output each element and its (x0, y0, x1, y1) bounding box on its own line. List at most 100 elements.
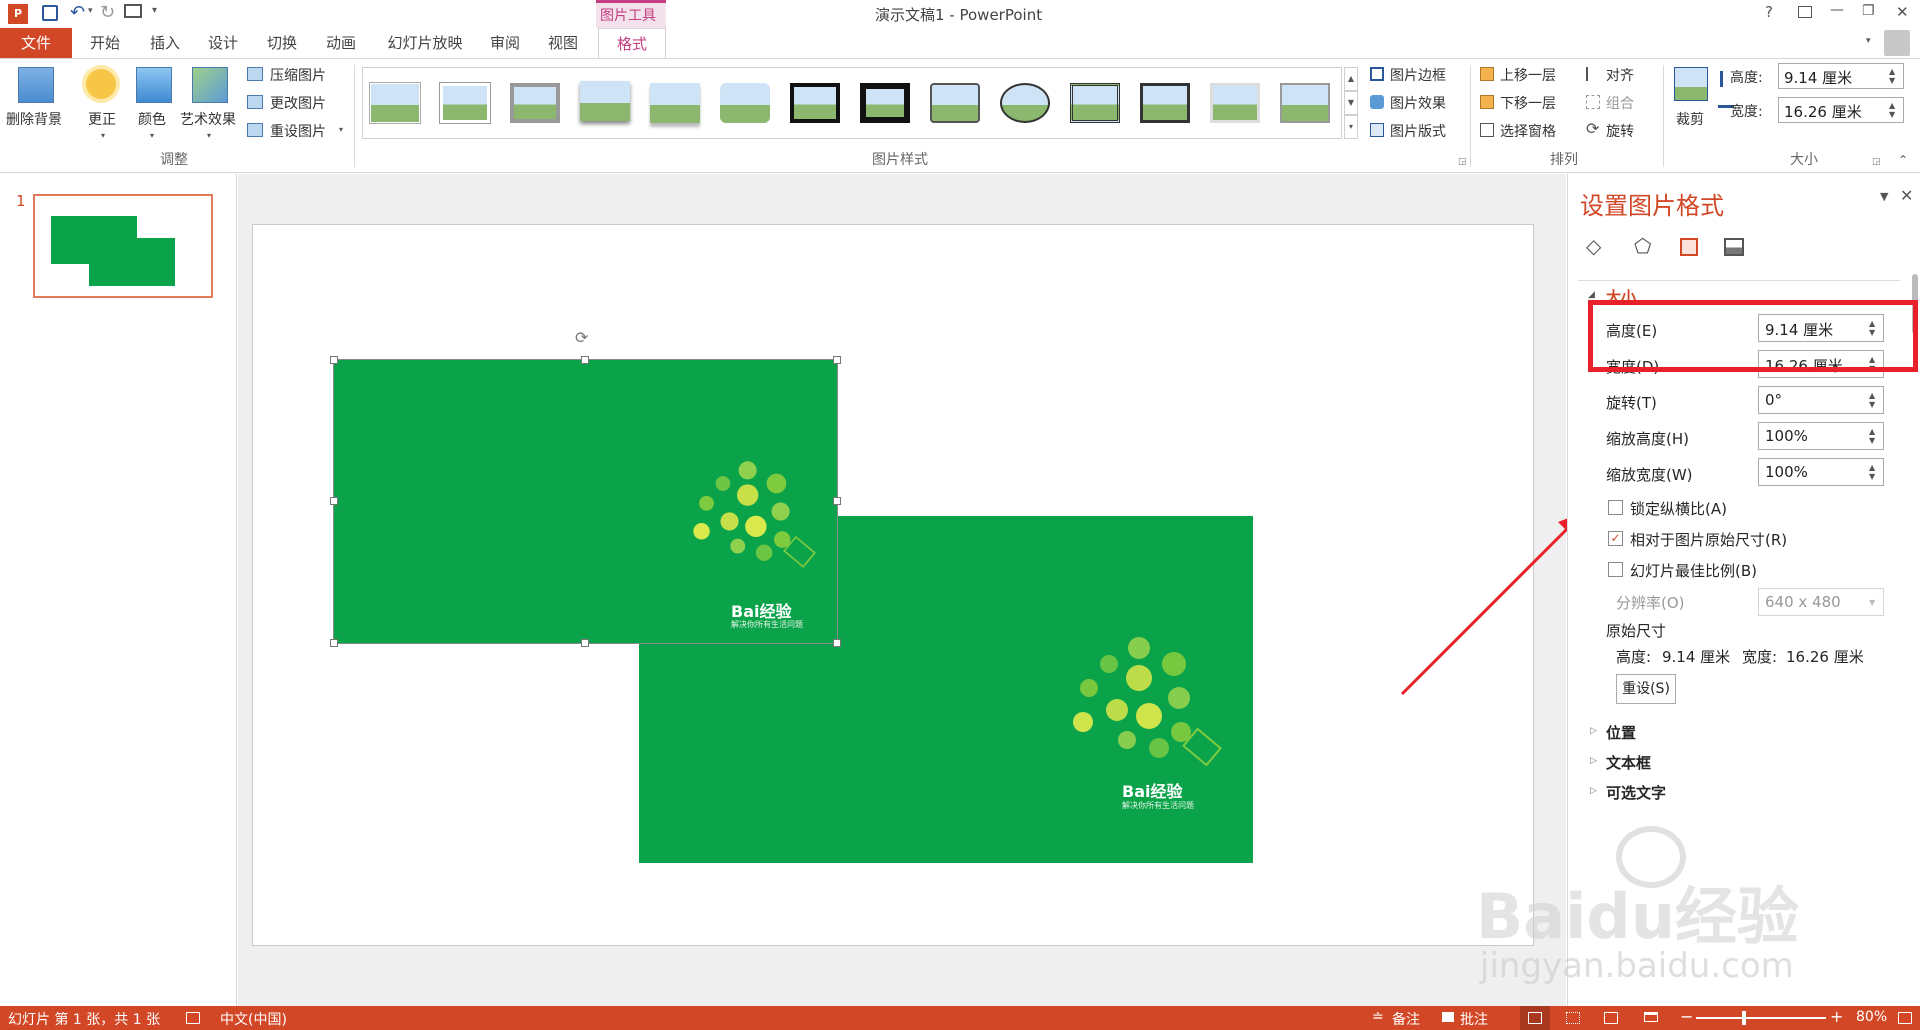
tab-home[interactable]: 开始 (80, 28, 130, 58)
section-textbox-header[interactable]: 文本框 (1606, 752, 1651, 773)
reset-picture-button[interactable]: 重设图片 (270, 121, 326, 141)
change-picture-button[interactable]: 更改图片 (270, 93, 326, 113)
resize-handle-n[interactable] (581, 356, 589, 364)
picture-style-6[interactable] (720, 83, 770, 123)
picture-style-3[interactable] (510, 83, 560, 123)
language[interactable]: 中文(中国) (220, 1009, 287, 1029)
comments-button[interactable]: 批注 (1460, 1009, 1488, 1029)
rotate-button[interactable]: 旋转 (1606, 121, 1634, 141)
undo-dropdown-icon[interactable]: ▾ (88, 6, 93, 16)
present-icon[interactable] (124, 4, 142, 18)
tab-review[interactable]: 审阅 (480, 28, 530, 58)
gallery-scroll-up[interactable]: ▲ (1344, 67, 1358, 91)
zoom-in-icon[interactable]: + (1830, 1007, 1843, 1026)
picture-style-1[interactable] (370, 83, 420, 123)
width-spinner[interactable]: 16.26 厘米 ▲ ▼ (1778, 97, 1904, 123)
gallery-more[interactable]: ▾ (1344, 115, 1358, 139)
picture-layout-button[interactable]: 图片版式 (1390, 121, 1446, 141)
ribbon-display-button[interactable] (1798, 6, 1812, 18)
resize-handle-w[interactable] (330, 497, 338, 505)
bring-forward-button[interactable]: 上移一层 (1500, 65, 1556, 85)
zoom-level[interactable]: 80% (1856, 1009, 1887, 1025)
picture-style-9[interactable] (930, 83, 980, 123)
tab-format[interactable]: 格式 (598, 28, 666, 59)
section-textbox-toggle-icon[interactable]: ▷ (1590, 756, 1597, 766)
account-dropdown-icon[interactable]: ▾ (1866, 36, 1871, 46)
gallery-scroll-down[interactable]: ▼ (1344, 91, 1358, 115)
fill-line-tab-icon[interactable]: ◇ (1586, 234, 1601, 258)
scale-width-input[interactable]: 100% ▲ ▼ (1758, 458, 1884, 486)
size-dialog-launcher-icon[interactable]: ◲ (1872, 157, 1881, 167)
notes-button[interactable]: 备注 (1392, 1009, 1420, 1029)
slideshow-view-icon[interactable] (1644, 1012, 1658, 1022)
fit-slide-icon[interactable] (1898, 1012, 1912, 1024)
pane-close-icon[interactable]: ✕ (1900, 186, 1913, 205)
best-scale-checkbox[interactable] (1608, 562, 1623, 577)
tab-design[interactable]: 设计 (198, 28, 248, 58)
picture-style-14[interactable] (1280, 83, 1330, 123)
redo-icon[interactable]: ↻ (100, 2, 115, 23)
selection-pane-button[interactable]: 选择窗格 (1500, 121, 1556, 141)
picture-style-7[interactable] (790, 83, 840, 123)
picture-style-4[interactable] (580, 81, 630, 121)
picture-style-8[interactable] (860, 83, 910, 123)
resize-handle-sw[interactable] (330, 639, 338, 647)
undo-icon[interactable]: ↶ (70, 2, 85, 23)
tab-file[interactable]: 文件 (0, 28, 72, 58)
green-image-front[interactable]: Bai经验 解决你所有生活问题 (333, 359, 838, 644)
picture-style-10[interactable] (1000, 83, 1050, 123)
section-position-header[interactable]: 位置 (1606, 722, 1636, 743)
section-alt-text-header[interactable]: 可选文字 (1606, 782, 1666, 803)
picture-effects-button[interactable]: 图片效果 (1390, 93, 1446, 113)
zoom-out-icon[interactable]: − (1680, 1007, 1693, 1026)
resize-handle-nw[interactable] (330, 356, 338, 364)
crop-button[interactable]: 裁剪 (1676, 109, 1704, 129)
height-spinner[interactable]: 9.14 厘米 ▲ ▼ (1778, 63, 1904, 89)
tab-transitions[interactable]: 切换 (257, 28, 307, 58)
relative-original-checkbox[interactable]: ✓ (1608, 531, 1623, 546)
slide-thumbnail[interactable] (33, 194, 213, 298)
color-button[interactable]: 颜色 (138, 109, 166, 129)
lock-aspect-ratio-checkbox[interactable] (1608, 500, 1623, 515)
rotation-input[interactable]: 0° ▲ ▼ (1758, 386, 1884, 414)
section-size-toggle-icon[interactable]: ◢ (1588, 290, 1595, 300)
pane-options-dropdown-icon[interactable]: ▼ (1880, 190, 1888, 203)
resize-handle-s[interactable] (581, 639, 589, 647)
picture-tab-icon[interactable] (1724, 238, 1744, 256)
save-icon[interactable] (42, 5, 58, 21)
collapse-ribbon-icon[interactable]: ⌃ (1898, 153, 1908, 167)
best-scale-label[interactable]: 幻灯片最佳比例(B) (1630, 560, 1757, 581)
send-backward-button[interactable]: 下移一层 (1500, 93, 1556, 113)
section-position-toggle-icon[interactable]: ▷ (1590, 726, 1597, 736)
tab-slideshow[interactable]: 幻灯片放映 (380, 28, 470, 58)
restore-button[interactable]: ❐ (1862, 3, 1875, 19)
customize-toolbar-icon[interactable]: ▾ (152, 5, 157, 16)
zoom-slider-thumb[interactable] (1742, 1011, 1746, 1025)
effects-tab-icon[interactable]: ⬠ (1634, 234, 1651, 258)
spelling-icon[interactable] (186, 1012, 200, 1024)
slide[interactable]: Bai经验 解决你所有生活问题 Bai经验 解决你所有生活问题 ⟳ (252, 224, 1534, 946)
section-alt-text-toggle-icon[interactable]: ▷ (1590, 786, 1597, 796)
resize-handle-se[interactable] (833, 639, 841, 647)
reset-size-button[interactable]: 重设(S) (1616, 674, 1676, 704)
picture-style-2[interactable] (440, 83, 490, 123)
size-properties-tab-icon[interactable] (1680, 238, 1698, 256)
lock-aspect-ratio-label[interactable]: 锁定纵横比(A) (1630, 498, 1727, 519)
comments-icon[interactable] (1442, 1012, 1454, 1022)
tab-view[interactable]: 视图 (538, 28, 588, 58)
relative-original-label[interactable]: 相对于图片原始尺寸(R) (1630, 529, 1787, 550)
group-button[interactable]: 组合 (1606, 93, 1634, 113)
tab-animations[interactable]: 动画 (316, 28, 366, 58)
corrections-button[interactable]: 更正 (88, 109, 116, 129)
picture-border-button[interactable]: 图片边框 (1390, 65, 1446, 85)
align-button[interactable]: 对齐 (1606, 65, 1634, 85)
help-button[interactable]: ? (1765, 3, 1773, 21)
slide-sorter-icon[interactable] (1566, 1012, 1580, 1024)
tab-insert[interactable]: 插入 (140, 28, 190, 58)
scale-height-input[interactable]: 100% ▲ ▼ (1758, 422, 1884, 450)
picture-style-5[interactable] (650, 83, 700, 123)
account-avatar[interactable] (1884, 30, 1910, 56)
picture-style-12[interactable] (1140, 83, 1190, 123)
remove-background-button[interactable]: 删除背景 (6, 109, 62, 129)
minimize-button[interactable]: — (1830, 2, 1844, 18)
